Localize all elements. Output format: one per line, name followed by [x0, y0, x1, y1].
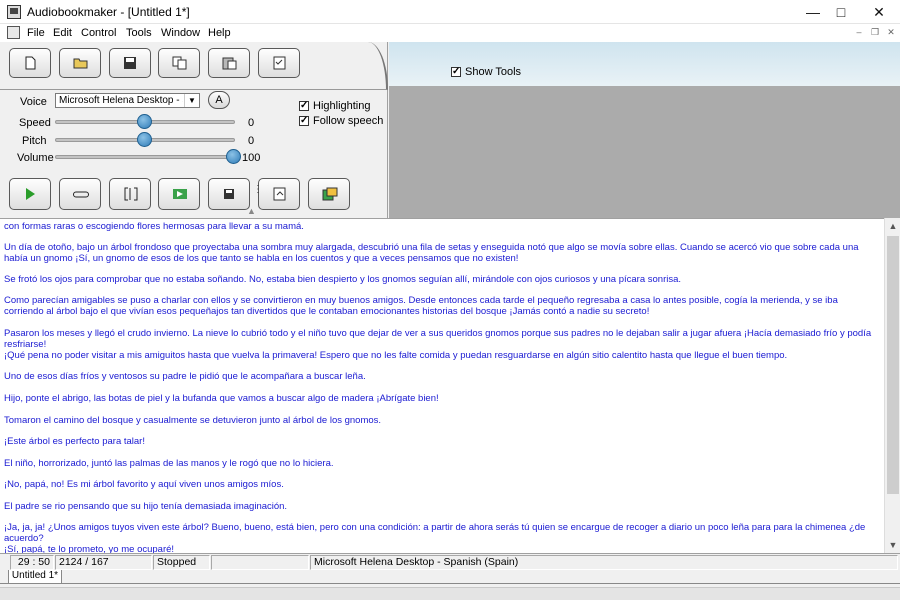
tools-strip — [389, 42, 900, 86]
pointer-caret-icon: ▲ — [247, 206, 256, 216]
paragraph: Como parecían amigables se puso a charla… — [4, 295, 838, 317]
volume-slider-thumb[interactable] — [225, 149, 241, 164]
loop-icon — [73, 191, 89, 198]
text-editor[interactable]: con formas raras o escogiendo flores her… — [0, 218, 884, 553]
show-tools-checkbox[interactable] — [451, 65, 461, 79]
properties-button[interactable] — [258, 48, 300, 78]
speed-label: Speed — [19, 117, 51, 129]
paste-icon — [222, 57, 237, 70]
title-bar: Audiobookmaker - [Untitled 1*] — □ ✕ — [0, 0, 900, 24]
menu-help[interactable]: Help — [208, 27, 231, 39]
save-icon — [124, 57, 136, 69]
properties-icon — [273, 56, 286, 70]
follow-speech-checkbox[interactable] — [299, 114, 309, 128]
show-tools-label: Show Tools — [465, 66, 522, 78]
save-button[interactable] — [109, 48, 151, 78]
paragraph: ¡Ja, ja, ja! ¿Unos amigos tuyos viven es… — [4, 522, 866, 544]
mdi-minimize-icon[interactable]: – — [852, 26, 866, 39]
separator-grip: ⋮ — [253, 184, 263, 195]
paragraph: Se frotó los ojos para comprobar que no … — [4, 274, 682, 285]
batch-icon — [322, 187, 338, 201]
menu-bar: File Edit Control Tools Window Help – ❐ … — [0, 24, 900, 42]
record-button[interactable] — [158, 178, 200, 210]
export-button[interactable] — [258, 178, 300, 210]
menu-edit[interactable]: Edit — [53, 27, 72, 39]
follow-speech-label: Follow speech — [313, 115, 384, 127]
status-voice: Microsoft Helena Desktop - Spanish (Spai… — [310, 555, 898, 570]
status-time: 29 : 50 — [10, 555, 54, 570]
vertical-scrollbar[interactable]: ▲ ▼ — [884, 218, 900, 553]
save-audio-button[interactable] — [208, 178, 250, 210]
play-icon — [26, 188, 35, 200]
menu-tools[interactable]: Tools — [126, 27, 152, 39]
status-empty — [211, 555, 309, 570]
open-folder-icon — [73, 58, 88, 69]
export-icon — [273, 187, 286, 201]
voice-select-value: Microsoft Helena Desktop - Spanish (Spai… — [59, 95, 183, 106]
document-menu-icon[interactable] — [7, 26, 20, 39]
empty-workspace — [389, 86, 900, 218]
save-audio-icon — [224, 189, 234, 199]
status-bar: 29 : 50 2124 / 167 Stopped Microsoft Hel… — [0, 553, 900, 570]
new-document-icon — [25, 56, 36, 70]
volume-slider[interactable] — [55, 155, 235, 159]
pitch-label: Pitch — [22, 135, 47, 147]
paragraph: ¡Sí, papá, te lo prometo, yo me ocuparé! — [4, 544, 175, 553]
tab-untitled-1[interactable]: Untitled 1* — [8, 570, 62, 584]
tab-divider — [0, 583, 900, 584]
paragraph: ¡Qué pena no poder visitar a mis amiguit… — [4, 350, 788, 361]
window-title: Audiobookmaker - [Untitled 1*] — [27, 5, 190, 19]
new-button[interactable] — [9, 48, 51, 78]
menu-file[interactable]: File — [27, 27, 45, 39]
volume-value: 100 — [242, 152, 261, 164]
menu-window[interactable]: Window — [161, 27, 200, 39]
paragraph: ¡Este árbol es perfecto para talar! — [4, 436, 145, 447]
app-icon — [7, 5, 21, 19]
chevron-down-icon: ▼ — [184, 94, 199, 107]
paragraph: Uno de esos días fríos y ventosos su pad… — [4, 371, 366, 382]
speed-value: 0 — [248, 117, 255, 129]
segment-brackets-icon — [124, 187, 138, 201]
open-button[interactable] — [59, 48, 101, 78]
mdi-close-icon[interactable]: ✕ — [884, 26, 898, 39]
document-tab-bar: Untitled 1* — [0, 570, 900, 600]
highlighting-label: Highlighting — [313, 100, 371, 112]
paragraph: Tomaron el camino del bosque y casualmen… — [4, 415, 382, 426]
maximize-icon[interactable]: □ — [824, 0, 858, 24]
loop-button[interactable] — [59, 178, 101, 210]
menu-control[interactable]: Control — [81, 27, 116, 39]
paste-button[interactable] — [208, 48, 250, 78]
voice-label: Voice — [20, 96, 47, 108]
scroll-down-icon[interactable]: ▼ — [885, 537, 900, 553]
status-state: Stopped — [153, 555, 210, 570]
record-icon — [173, 189, 187, 199]
paragraph: Pasaron los meses y llegó el crudo invie… — [4, 328, 872, 350]
scroll-up-icon[interactable]: ▲ — [885, 218, 900, 234]
copy-button[interactable] — [158, 48, 200, 78]
status-position: 2124 / 167 — [55, 555, 152, 570]
voice-settings-button[interactable]: A — [208, 91, 230, 109]
batch-button[interactable] — [308, 178, 350, 210]
segment-button[interactable] — [109, 178, 151, 210]
paragraph: El padre se rio pensando que su hijo ten… — [4, 501, 288, 512]
pitch-value: 0 — [248, 135, 255, 147]
pitch-slider-thumb[interactable] — [136, 132, 152, 147]
paragraph: El niño, horrorizado, juntó las palmas d… — [4, 458, 334, 469]
highlighting-checkbox[interactable] — [299, 99, 309, 113]
volume-label: Volume — [17, 152, 54, 164]
play-button[interactable] — [9, 178, 51, 210]
paragraph: Hijo, ponte el abrigo, las botas de piel… — [4, 393, 439, 404]
speed-slider-thumb[interactable] — [136, 114, 152, 129]
mdi-restore-icon[interactable]: ❐ — [868, 26, 882, 39]
paragraph: Un día de otoño, bajo un árbol frondoso … — [4, 242, 859, 264]
scrollbar-thumb[interactable] — [887, 236, 899, 494]
paragraph: con formas raras o escogiendo flores her… — [4, 221, 304, 232]
close-icon[interactable]: ✕ — [862, 0, 896, 24]
horizontal-scrollbar[interactable] — [0, 587, 900, 600]
copy-icon — [172, 56, 187, 70]
paragraph: ¡No, papá, no! Es mi árbol favorito y aq… — [4, 479, 284, 490]
voice-select[interactable]: Microsoft Helena Desktop - Spanish (Spai… — [55, 93, 200, 108]
